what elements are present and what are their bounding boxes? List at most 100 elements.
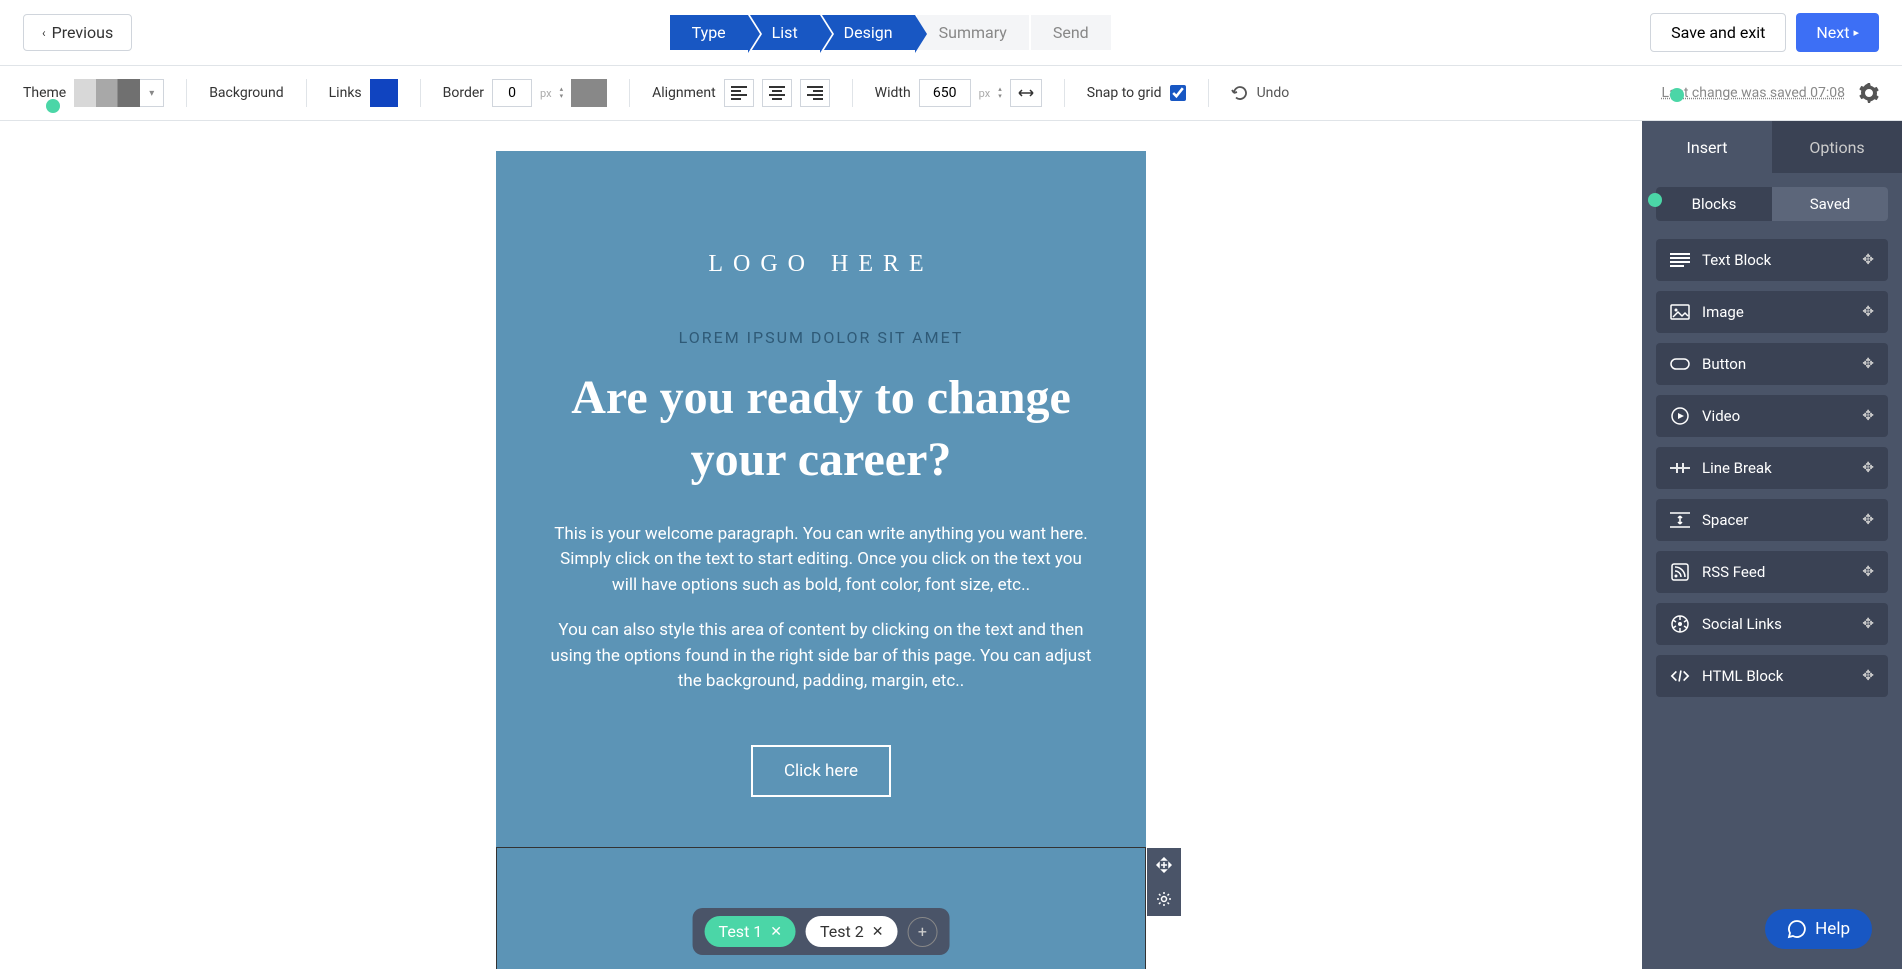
separator	[306, 79, 307, 107]
block-label: RSS Feed	[1702, 563, 1765, 581]
separator	[1208, 79, 1209, 107]
cta-button[interactable]: Click here	[751, 745, 891, 797]
step-design[interactable]: Design	[822, 15, 915, 50]
align-right-button[interactable]	[800, 79, 830, 107]
block-item-spacer[interactable]: Spacer✥	[1656, 499, 1888, 541]
add-test-button[interactable]: +	[907, 917, 937, 947]
theme-swatch[interactable]	[74, 79, 140, 107]
save-status: Last change was saved 07:08	[1662, 85, 1846, 101]
drag-handle-icon: ✥	[1862, 408, 1874, 424]
block-label: Line Break	[1702, 459, 1772, 477]
email-canvas[interactable]: LOGO HERE LOREM IPSUM DOLOR SIT AMET Are…	[496, 151, 1146, 969]
video-icon	[1670, 407, 1690, 425]
undo-label: Undo	[1257, 85, 1290, 101]
close-icon[interactable]: ✕	[872, 924, 884, 940]
save-exit-button[interactable]: Save and exit	[1650, 13, 1786, 52]
undo-button[interactable]: Undo	[1231, 85, 1290, 101]
links-color-swatch[interactable]	[370, 79, 398, 107]
block-item-video[interactable]: Video ✥	[1656, 395, 1888, 437]
block-move-icon[interactable]	[1147, 848, 1181, 882]
body-paragraph-2[interactable]: You can also style this area of content …	[496, 618, 1146, 715]
close-icon[interactable]: ✕	[770, 924, 782, 940]
theme-label: Theme	[23, 85, 66, 101]
subtab-saved[interactable]: Saved	[1772, 187, 1888, 221]
html-icon	[1670, 667, 1690, 685]
block-item-text[interactable]: Text Block ✥	[1656, 239, 1888, 281]
previous-button[interactable]: ‹ Previous	[23, 14, 132, 51]
tab-options[interactable]: Options	[1772, 121, 1902, 173]
test-2-pill[interactable]: Test 2 ✕	[806, 916, 897, 947]
chevron-left-icon: ‹	[42, 26, 46, 40]
links-label: Links	[329, 85, 362, 101]
width-unit-label: px	[979, 87, 991, 100]
border-width-input[interactable]	[492, 79, 532, 107]
canvas-area[interactable]: LOGO HERE LOREM IPSUM DOLOR SIT AMET Are…	[0, 121, 1642, 969]
rss-icon	[1670, 563, 1690, 581]
block-item-html[interactable]: HTML Block✥	[1656, 655, 1888, 697]
tab-insert[interactable]: Insert	[1642, 121, 1772, 173]
snap-checkbox[interactable]	[1170, 85, 1186, 101]
next-button[interactable]: Next ▸	[1796, 13, 1879, 52]
align-left-button[interactable]	[724, 79, 754, 107]
width-expand-button[interactable]	[1010, 79, 1042, 107]
text-icon	[1670, 251, 1690, 269]
block-item-linebreak[interactable]: Line Break ✥	[1656, 447, 1888, 489]
help-button[interactable]: Help	[1765, 909, 1872, 949]
background-label: Background	[209, 85, 283, 101]
body-paragraph-1[interactable]: This is your welcome paragraph. You can …	[496, 522, 1146, 619]
drag-handle-icon: ✥	[1862, 252, 1874, 268]
border-unit-label: px	[540, 87, 552, 100]
block-item-image[interactable]: Image✥	[1656, 291, 1888, 333]
chat-icon	[1787, 919, 1807, 939]
step-type[interactable]: Type	[670, 15, 748, 50]
step-send[interactable]: Send	[1031, 15, 1111, 50]
align-center-button[interactable]	[762, 79, 792, 107]
drag-handle-icon: ✥	[1862, 564, 1874, 580]
social-icon	[1670, 615, 1690, 633]
block-item-button[interactable]: Button✥	[1656, 343, 1888, 385]
spacer-icon	[1670, 511, 1690, 529]
separator	[852, 79, 853, 107]
border-spinner[interactable]: ▴▾	[560, 86, 564, 100]
block-settings-icon[interactable]	[1147, 882, 1181, 916]
pulse-indicator-icon	[1648, 193, 1662, 207]
separator	[186, 79, 187, 107]
headline[interactable]: Are you ready to change your career?	[496, 367, 1146, 522]
block-label: Spacer	[1702, 511, 1748, 529]
drag-handle-icon: ✥	[1862, 304, 1874, 320]
subtab-blocks[interactable]: Blocks	[1656, 187, 1772, 221]
width-input[interactable]	[919, 79, 971, 107]
subheading[interactable]: LOREM IPSUM DOLOR SIT AMET	[496, 328, 1146, 367]
chevron-right-icon: ▸	[1853, 26, 1859, 39]
border-color-swatch[interactable]	[571, 79, 607, 107]
help-label: Help	[1815, 919, 1850, 939]
separator	[420, 79, 421, 107]
theme-dropdown[interactable]: ▾	[140, 79, 164, 107]
width-spinner[interactable]: ▴▾	[998, 86, 1002, 100]
step-breadcrumb: Type List Design Summary Send	[670, 15, 1113, 50]
width-label: Width	[875, 85, 911, 101]
drag-handle-icon: ✥	[1862, 356, 1874, 372]
test-1-pill[interactable]: Test 1 ✕	[705, 916, 796, 947]
undo-icon	[1231, 85, 1249, 101]
test-1-label: Test 1	[719, 922, 763, 941]
block-label: Text Block	[1702, 251, 1771, 269]
block-item-social[interactable]: Social Links✥	[1656, 603, 1888, 645]
separator	[1064, 79, 1065, 107]
drag-handle-icon: ✥	[1862, 460, 1874, 476]
block-item-rss[interactable]: RSS Feed ✥	[1656, 551, 1888, 593]
image-icon	[1670, 303, 1690, 321]
block-label: Social Links	[1702, 615, 1782, 633]
alignment-label: Alignment	[652, 85, 716, 101]
step-list[interactable]: List	[750, 15, 820, 50]
next-label: Next	[1816, 23, 1849, 42]
settings-icon[interactable]	[1859, 83, 1879, 103]
logo-placeholder[interactable]: LOGO HERE	[496, 151, 1146, 328]
block-label: Video	[1702, 407, 1740, 425]
snap-label: Snap to grid	[1087, 85, 1162, 101]
block-label: HTML Block	[1702, 667, 1783, 685]
button-icon	[1670, 355, 1690, 373]
step-summary[interactable]: Summary	[917, 15, 1029, 50]
border-label: Border	[443, 85, 484, 101]
test-2-label: Test 2	[820, 922, 864, 941]
